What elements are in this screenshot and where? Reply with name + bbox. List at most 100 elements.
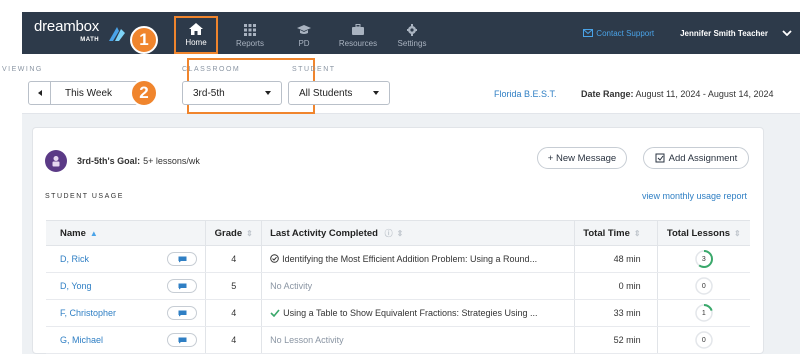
student-label: STUDENT <box>292 66 336 73</box>
viewing-select[interactable]: This Week <box>28 81 146 105</box>
sort-up-icon: ▲ <box>89 228 98 238</box>
message-cell <box>159 299 206 327</box>
student-name-cell[interactable]: G, Michael <box>46 326 160 354</box>
header-activity-label: Last Activity Completed <box>270 227 378 239</box>
dreambox-mark-icon <box>109 27 126 41</box>
goal-value: 5+ lessons/wk <box>143 156 200 166</box>
grid-icon <box>244 24 256 36</box>
previous-week-button[interactable] <box>29 82 51 104</box>
date-range-label: Date Range: <box>581 89 634 99</box>
student-name[interactable]: F, Christopher <box>60 308 116 318</box>
nav-reports[interactable]: Reports <box>226 18 274 54</box>
nav-reports-label: Reports <box>235 39 264 48</box>
nav-pd[interactable]: PD <box>280 18 328 54</box>
time-cell: 33 min <box>573 299 658 327</box>
nav-settings-label: Settings <box>397 39 427 48</box>
lessons-cell: 1 <box>656 299 750 327</box>
message-cell <box>159 272 206 300</box>
activity-text: No Lesson Activity <box>270 335 344 345</box>
lessons-progress-ring: 0 <box>694 330 714 350</box>
chat-bubble-icon <box>178 283 187 289</box>
message-student-button[interactable] <box>167 306 198 320</box>
header-lessons[interactable]: Total Lessons ⇕ <box>656 220 750 246</box>
lessons-progress-ring: 1 <box>694 303 714 323</box>
message-student-button[interactable] <box>167 252 198 266</box>
nav-resources[interactable]: Resources <box>334 18 382 54</box>
viewing-label: VIEWING <box>2 66 43 73</box>
student-usage-label: STUDENT USAGE <box>45 193 124 200</box>
sort-icon: ⇕ <box>633 228 641 238</box>
table-row[interactable]: D, Rick 4 Identifying the Most Efficient… <box>46 245 750 273</box>
help-icon[interactable]: ⓘ <box>385 229 393 238</box>
step-badge-2: 2 <box>130 79 158 107</box>
lessons-cell: 3 <box>656 245 750 273</box>
student-usage-table: Name ▲ Grade ⇕ Last Activity Completed ⓘ ⇕ … <box>46 220 750 354</box>
header-grade-label: Grade <box>214 227 243 239</box>
student-name[interactable]: D, Rick <box>60 254 89 264</box>
message-student-button[interactable] <box>167 279 198 293</box>
classroom-goal: 3rd-5th's Goal: 5+ lessons/wk <box>45 150 200 172</box>
viewing-value: This Week <box>65 87 113 99</box>
standards-link[interactable]: Florida B.E.S.T. <box>494 89 557 99</box>
lessons-count: 3 <box>701 255 706 263</box>
goal-title: 3rd-5th's Goal: <box>77 156 141 166</box>
student-name[interactable]: G, Michael <box>60 335 103 345</box>
nav-home-label: Home <box>185 38 207 47</box>
graduation-cap-icon <box>297 25 311 34</box>
header-grade[interactable]: Grade ⇕ <box>205 220 262 246</box>
student-select[interactable]: All Students <box>288 81 390 105</box>
grade-cell: 5 <box>205 272 262 300</box>
message-student-button[interactable] <box>167 333 198 347</box>
brand-wordmark: dreambox MATH <box>34 19 100 47</box>
chevron-down-icon[interactable] <box>782 30 792 36</box>
gear-icon <box>407 24 417 36</box>
step-badge-1: 1 <box>130 26 158 54</box>
header-time-label: Total Time <box>583 227 630 239</box>
student-name-cell[interactable]: D, Yong <box>46 272 160 300</box>
header-lessons-label: Total Lessons <box>666 227 731 239</box>
student-name-cell[interactable]: D, Rick <box>46 245 160 273</box>
briefcase-icon <box>352 24 364 35</box>
time-cell: 0 min <box>573 272 658 300</box>
new-message-button[interactable]: + New Message <box>537 147 627 169</box>
usage-card: 3rd-5th's Goal: 5+ lessons/wk + New Mess… <box>32 127 764 354</box>
header-activity[interactable]: Last Activity Completed ⓘ ⇕ <box>261 220 575 246</box>
lessons-progress-ring: 3 <box>694 249 714 269</box>
lessons-count: 0 <box>701 336 706 344</box>
activity-cell: Identifying the Most Efficient Addition … <box>261 245 575 273</box>
lessons-count: 0 <box>701 282 706 290</box>
message-cell <box>159 326 206 354</box>
nav-pd-label: PD <box>298 39 310 48</box>
caret-down-icon <box>373 91 379 95</box>
brand-sub: MATH <box>80 36 100 43</box>
contact-support-link[interactable]: Contact Support <box>583 29 654 38</box>
header-name[interactable]: Name ▲ <box>46 220 206 246</box>
monthly-usage-link[interactable]: view monthly usage report <box>642 191 747 201</box>
grade-cell: 4 <box>205 326 262 354</box>
student-name-cell[interactable]: F, Christopher <box>46 299 160 327</box>
grade-cell: 4 <box>205 299 262 327</box>
table-row[interactable]: F, Christopher 4 Using a Table to Show E… <box>46 299 750 327</box>
nav-right: Contact Support Jennifer Smith Teacher <box>583 29 792 38</box>
caret-down-icon <box>265 91 271 95</box>
envelope-icon <box>583 29 594 37</box>
activity-cell: No Activity <box>261 272 575 300</box>
nav-settings[interactable]: Settings <box>388 18 436 54</box>
student-name[interactable]: D, Yong <box>60 281 92 291</box>
table-row[interactable]: D, Yong 5 No Activity 0 min 0 <box>46 272 750 300</box>
lessons-count: 1 <box>701 309 706 317</box>
contact-support-label: Contact Support <box>596 28 655 38</box>
date-range: Date Range: August 11, 2024 - August 14,… <box>581 89 773 99</box>
add-assignment-button[interactable]: Add Assignment <box>643 147 749 169</box>
table-row[interactable]: G, Michael 4 No Lesson Activity 52 min 0 <box>46 326 750 354</box>
lessons-progress-ring: 0 <box>694 276 714 296</box>
classroom-select[interactable]: 3rd-5th <box>182 81 282 105</box>
user-name[interactable]: Jennifer Smith Teacher <box>680 29 768 38</box>
header-time[interactable]: Total Time ⇕ <box>573 220 658 246</box>
check-circle-icon <box>270 254 279 263</box>
nav-home[interactable]: Home <box>174 16 218 54</box>
sort-icon: ⇕ <box>396 228 404 238</box>
new-message-label: + New Message <box>547 152 617 164</box>
sort-icon: ⇕ <box>734 228 741 238</box>
lessons-cell: 0 <box>656 272 750 300</box>
